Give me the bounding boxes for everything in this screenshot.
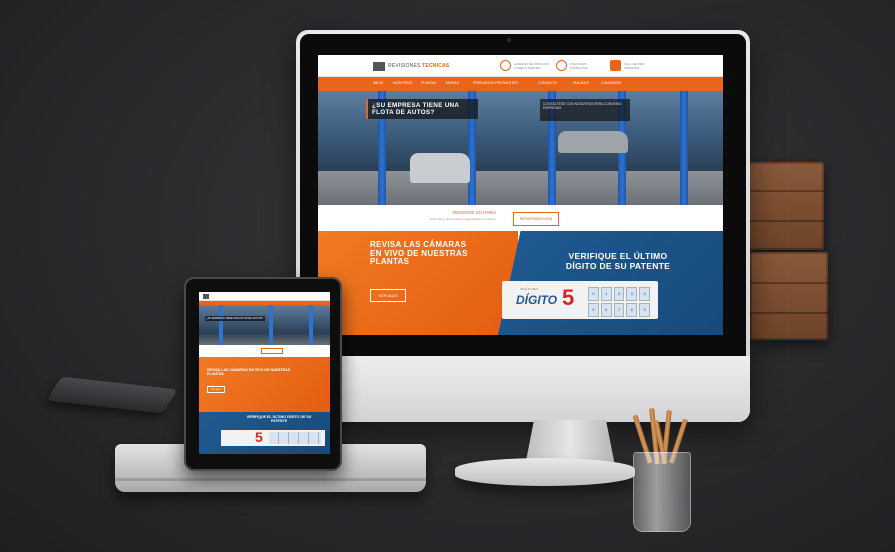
phone-icon[interactable] [610,60,621,71]
plate-word: DÍGITO [516,293,558,307]
tablet-hero-pillar [219,305,223,345]
nav-item-nosotros[interactable]: NOSOTROS [393,81,412,85]
monitor-stand-foot [455,458,635,486]
hero-side-caption: CONTÁCTESE CON NOSOTROS PARA CONVENIO EM… [540,99,630,121]
view-here-button[interactable]: VER AQUÍ [370,289,406,302]
nav-item-contacto[interactable]: CONTACTO [538,81,557,85]
clock-icon [500,60,511,71]
site-logo-text[interactable]: REVISIONES TECNICAS [388,63,449,69]
nav-item-enlaces[interactable]: ENLACES [573,81,589,85]
pencil-cup [633,452,691,532]
car-in-garage [558,131,628,153]
nav-item-tarifas[interactable]: TARIFAS [445,81,459,85]
tablet-hero-pillar [309,305,313,345]
live-cameras-title: REVISA LAS CÁMARAS EN VIVO DE NUESTRAS P… [370,240,468,266]
nav-item-convenios[interactable]: CONVENIOS [601,81,621,85]
monitor-screen-website: REVISIONES TECNICAS HORARIO DE ATENCIÓN L… [318,55,723,335]
tablet-orange-title: REVISA LAS CÁMARAS EN VIVO DE NUESTRAS P… [207,368,291,377]
whatsapp-icon[interactable] [556,60,567,71]
digit-cell[interactable]: 9 [639,303,650,317]
tablet-view-button[interactable]: VER AQUÍ [207,386,225,393]
nav-item-preguntas[interactable]: PREGUNTAS FRECUENTES [473,81,518,85]
plate-digit-title: VERIFIQUE EL ÚLTIMO DÍGITO DE SU PATENTE [565,251,671,271]
tablet-cta-button[interactable] [261,348,283,354]
cta-label: RESERVE SU HORA [453,210,497,215]
tablet-hero-caption: ¿SU EMPRESA TIENE UNA FLOTA DE AUTOS? [205,316,265,321]
smartphone [46,376,178,414]
tablet-screen-website: ¿SU EMPRESA TIENE UNA FLOTA DE AUTOS? RE… [199,292,330,454]
digit-cell[interactable]: 1 [600,287,612,301]
cta-subtext: Evite filas y ahorre tiempo agendando su… [430,217,496,221]
wooden-crate-top [748,162,824,250]
tablet-logo-icon [203,294,209,299]
car-in-garage [410,153,470,183]
plate-label: SEGÚN MES [520,287,539,291]
plate-digit-widget[interactable]: SEGÚN MES DÍGITO 5 0 1 2 3 4 5 6 7 8 9 [502,281,658,319]
tablet-plate-number: 5 [255,429,263,445]
contact-whatsapp[interactable]: WHATSAPP CONSULTAS [570,62,588,70]
digit-cell[interactable]: 6 [600,303,612,317]
tablet-blue-title: VERIFIQUE EL ÚLTIMO DÍGITO DE SU PATENTE [246,415,312,424]
contact-call-center[interactable]: CALL CENTER ATENCIÓN [624,62,645,70]
monitor-chin [296,356,750,422]
digit-cell[interactable]: 4 [639,287,650,301]
digit-cell[interactable]: 5 [588,303,599,317]
digit-cell[interactable]: 7 [613,303,625,317]
tablet-hero-pillar [269,305,273,345]
tablet-digit-grid [269,432,321,444]
contact-hours: HORARIO DE ATENCIÓN LUNES A VIERNES [514,62,549,70]
nav-item-inicio[interactable]: INICIO [373,81,383,85]
digit-grid: 0 1 2 3 4 5 6 7 8 9 [588,287,650,317]
hero-caption: ¿SU EMPRESA TIENE UNA FLOTA DE AUTOS? [366,99,478,119]
digit-cell[interactable]: 3 [626,287,638,301]
digit-cell[interactable]: 0 [588,287,599,301]
plate-number: 5 [562,285,575,310]
camera-icon [507,38,511,42]
tablet-header [199,292,330,301]
wooden-crate-bottom [750,252,828,340]
site-logo-icon[interactable] [373,62,385,71]
laptop-edge [115,478,426,481]
digit-cell[interactable]: 2 [613,287,625,301]
reserve-button[interactable]: RESERVAR HORA [513,212,559,226]
nav-item-plantas[interactable]: PLANTAS [421,81,436,85]
lift-pillar [680,91,688,205]
site-nav: INICIO NOSOTROS PLANTAS TARIFAS PREGUNTA… [318,77,723,91]
digit-cell[interactable]: 8 [626,303,638,317]
tablet-orange-banner [199,357,330,412]
